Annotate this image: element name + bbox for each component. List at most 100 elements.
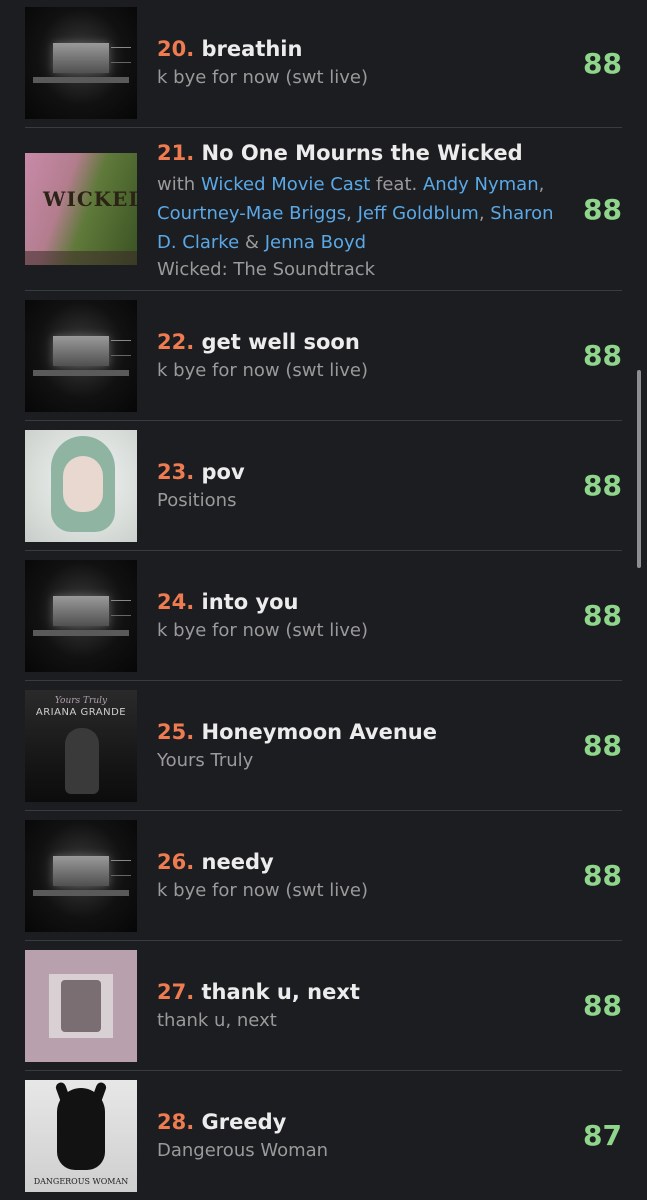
album-name[interactable]: k bye for now (swt live)	[157, 878, 567, 904]
track-title[interactable]: get well soon	[202, 330, 360, 354]
track-info: 28. Greedy Dangerous Woman	[157, 1107, 567, 1164]
scrollbar-thumb[interactable]	[637, 370, 641, 568]
cover-art-detail	[57, 1088, 105, 1170]
track-info: 21. No One Mourns the Wicked with Wicked…	[157, 138, 567, 283]
track-score: 88	[583, 859, 622, 892]
track-score: 88	[583, 339, 622, 372]
track-score: 88	[583, 729, 622, 762]
track-info: 27. thank u, next thank u, next	[157, 977, 567, 1034]
cover-art-detail	[111, 340, 131, 356]
track-rank: 27.	[157, 980, 195, 1004]
track-score: 88	[583, 47, 622, 80]
cover-title-text: Yours Truly	[54, 696, 108, 706]
album-name[interactable]: k bye for now (swt live)	[157, 358, 567, 384]
track-title-line[interactable]: 22. get well soon	[157, 327, 567, 357]
cover-artist-text: ARIANA GRANDE	[35, 707, 127, 718]
cover-title-text: WICKED	[43, 187, 137, 211]
track-title[interactable]: into you	[202, 590, 299, 614]
album-name[interactable]: k bye for now (swt live)	[157, 65, 567, 91]
track-title[interactable]: Greedy	[202, 1110, 287, 1134]
ampersand: &	[244, 232, 259, 253]
cover-title-text: DANGEROUS WOMAN	[33, 1177, 129, 1186]
track-title-line[interactable]: 28. Greedy	[157, 1107, 567, 1137]
album-name[interactable]: Yours Truly	[157, 748, 567, 774]
album-name[interactable]: thank u, next	[157, 1008, 567, 1034]
row-divider	[25, 290, 622, 291]
track-info: 23. pov Positions	[157, 457, 567, 514]
row-divider	[25, 810, 622, 811]
track-rank: 21.	[157, 141, 195, 165]
album-name[interactable]: k bye for now (swt live)	[157, 618, 567, 644]
cover-art-detail	[53, 856, 109, 886]
album-cover[interactable]: WICKED	[25, 153, 137, 265]
track-rank: 23.	[157, 460, 195, 484]
track-info: 24. into you k bye for now (swt live)	[157, 587, 567, 644]
cover-art-detail	[53, 596, 109, 626]
track-rank: 25.	[157, 720, 195, 744]
track-credits: with Wicked Movie Cast feat. Andy Nyman,…	[157, 174, 554, 253]
cover-art-detail	[53, 43, 109, 73]
album-cover[interactable]	[25, 430, 137, 542]
album-cover[interactable]: DANGEROUS WOMAN	[25, 1080, 137, 1192]
cover-art-detail	[33, 370, 129, 376]
cover-art-detail	[65, 728, 99, 794]
track-info: 25. Honeymoon Avenue Yours Truly	[157, 717, 567, 774]
track-title-line[interactable]: 21. No One Mourns the Wicked	[157, 138, 567, 168]
track-title[interactable]: thank u, next	[202, 980, 360, 1004]
artist-link[interactable]: Wicked Movie Cast	[201, 174, 370, 195]
cover-art-detail	[33, 890, 129, 896]
track-score: 88	[583, 469, 622, 502]
track-info: 22. get well soon k bye for now (swt liv…	[157, 327, 567, 384]
cover-art-detail	[53, 336, 109, 366]
album-name[interactable]: Dangerous Woman	[157, 1138, 567, 1164]
track-rank: 24.	[157, 590, 195, 614]
track-rank: 22.	[157, 330, 195, 354]
row-divider	[25, 550, 622, 551]
track-title-line[interactable]: 27. thank u, next	[157, 977, 567, 1007]
feat-label: feat.	[376, 174, 418, 195]
track-title-line[interactable]: 23. pov	[157, 457, 567, 487]
album-cover[interactable]	[25, 560, 137, 672]
row-divider	[25, 420, 622, 421]
track-title-line[interactable]: 26. needy	[157, 847, 567, 877]
track-title[interactable]: Honeymoon Avenue	[202, 720, 437, 744]
track-score: 87	[583, 1119, 622, 1152]
track-info: 26. needy k bye for now (swt live)	[157, 847, 567, 904]
row-divider	[25, 680, 622, 681]
album-cover[interactable]	[25, 950, 137, 1062]
track-title[interactable]: No One Mourns the Wicked	[202, 141, 523, 165]
album-cover[interactable]	[25, 820, 137, 932]
track-title[interactable]: breathin	[202, 37, 303, 61]
album-name[interactable]: Wicked: The Soundtrack	[157, 257, 567, 283]
row-divider	[25, 1070, 622, 1071]
album-name[interactable]: Positions	[157, 488, 567, 514]
artist-link[interactable]: Jeff Goldblum	[358, 203, 479, 224]
cover-art-detail	[111, 860, 131, 876]
track-score: 88	[583, 599, 622, 632]
track-rank: 20.	[157, 37, 195, 61]
track-rank: 28.	[157, 1110, 195, 1134]
row-divider	[25, 127, 622, 128]
track-title-line[interactable]: 20. breathin	[157, 34, 567, 64]
cover-art-detail	[33, 630, 129, 636]
album-cover[interactable]: Yours Truly ARIANA GRANDE	[25, 690, 137, 802]
track-title-line[interactable]: 24. into you	[157, 587, 567, 617]
track-title[interactable]: pov	[202, 460, 245, 484]
track-info: 20. breathin k bye for now (swt live)	[157, 34, 567, 91]
cover-art-detail	[111, 600, 131, 616]
album-cover[interactable]	[25, 7, 137, 119]
track-score: 88	[583, 989, 622, 1022]
artist-link[interactable]: Courtney-Mae Briggs	[157, 203, 346, 224]
row-divider	[25, 940, 622, 941]
cover-art-detail	[61, 980, 101, 1032]
cover-art-detail	[111, 47, 131, 63]
track-rank: 26.	[157, 850, 195, 874]
album-cover[interactable]	[25, 300, 137, 412]
track-title[interactable]: needy	[202, 850, 274, 874]
with-label: with	[157, 174, 196, 195]
cover-art-detail	[33, 77, 129, 83]
track-title-line[interactable]: 25. Honeymoon Avenue	[157, 717, 567, 747]
cover-art-detail	[25, 251, 137, 265]
artist-link[interactable]: Jenna Boyd	[265, 232, 366, 253]
artist-link[interactable]: Andy Nyman	[423, 174, 539, 195]
